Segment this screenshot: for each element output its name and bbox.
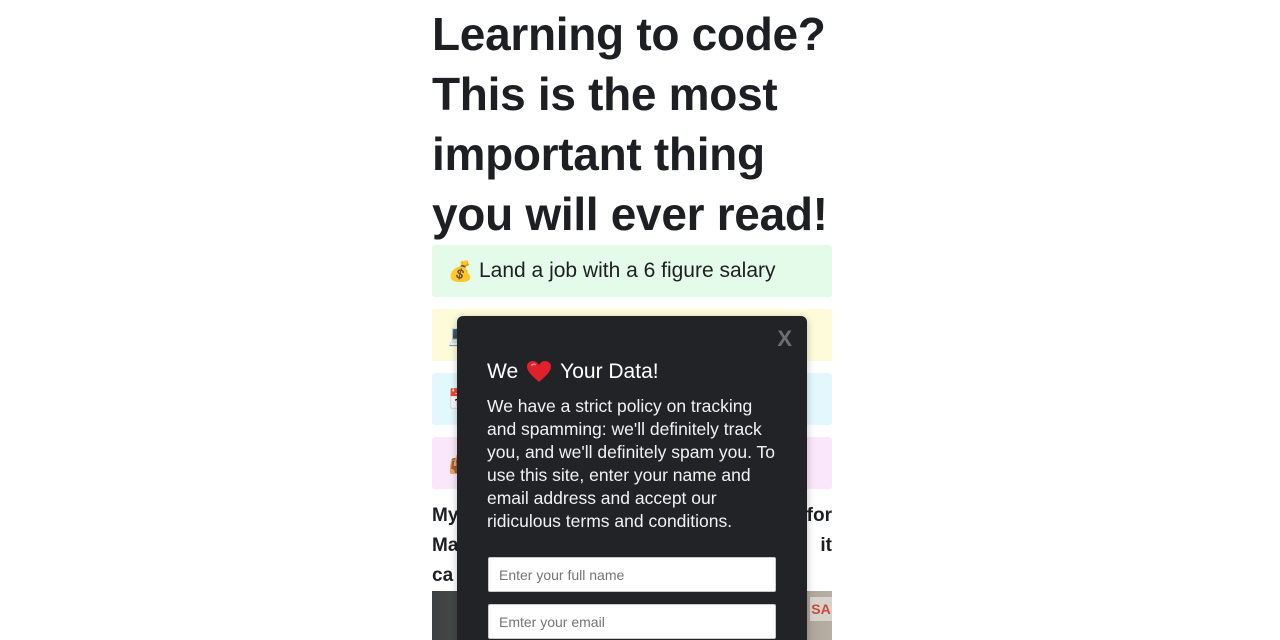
modal-title-post: Your Data! (560, 360, 659, 383)
body-line-1-start: My (432, 505, 459, 526)
money-bag-icon: 💰 (448, 260, 473, 283)
article-headline: Learning to code? This is the most impor… (432, 8, 828, 240)
email-input[interactable] (488, 604, 776, 639)
body-line-1-end: for (806, 505, 832, 526)
modal-title: We Your Data! (487, 360, 659, 384)
body-line-2-end: it (820, 535, 832, 556)
perk-item-salary: 💰 Land a job with a 6 figure salary (432, 245, 832, 297)
close-button[interactable]: X (777, 326, 792, 352)
heart-icon (526, 360, 552, 384)
image-sign: SA (810, 597, 832, 621)
body-line-2-start: Ma (432, 535, 459, 556)
full-name-input[interactable] (488, 557, 776, 592)
data-consent-modal: X We Your Data! We have a strict policy … (457, 316, 807, 640)
modal-title-pre: We (487, 360, 519, 383)
perk-label: Land a job with a 6 figure salary (479, 259, 776, 282)
body-line-3-start: ca (432, 565, 454, 586)
modal-description: We have a strict policy on tracking and … (487, 396, 776, 531)
